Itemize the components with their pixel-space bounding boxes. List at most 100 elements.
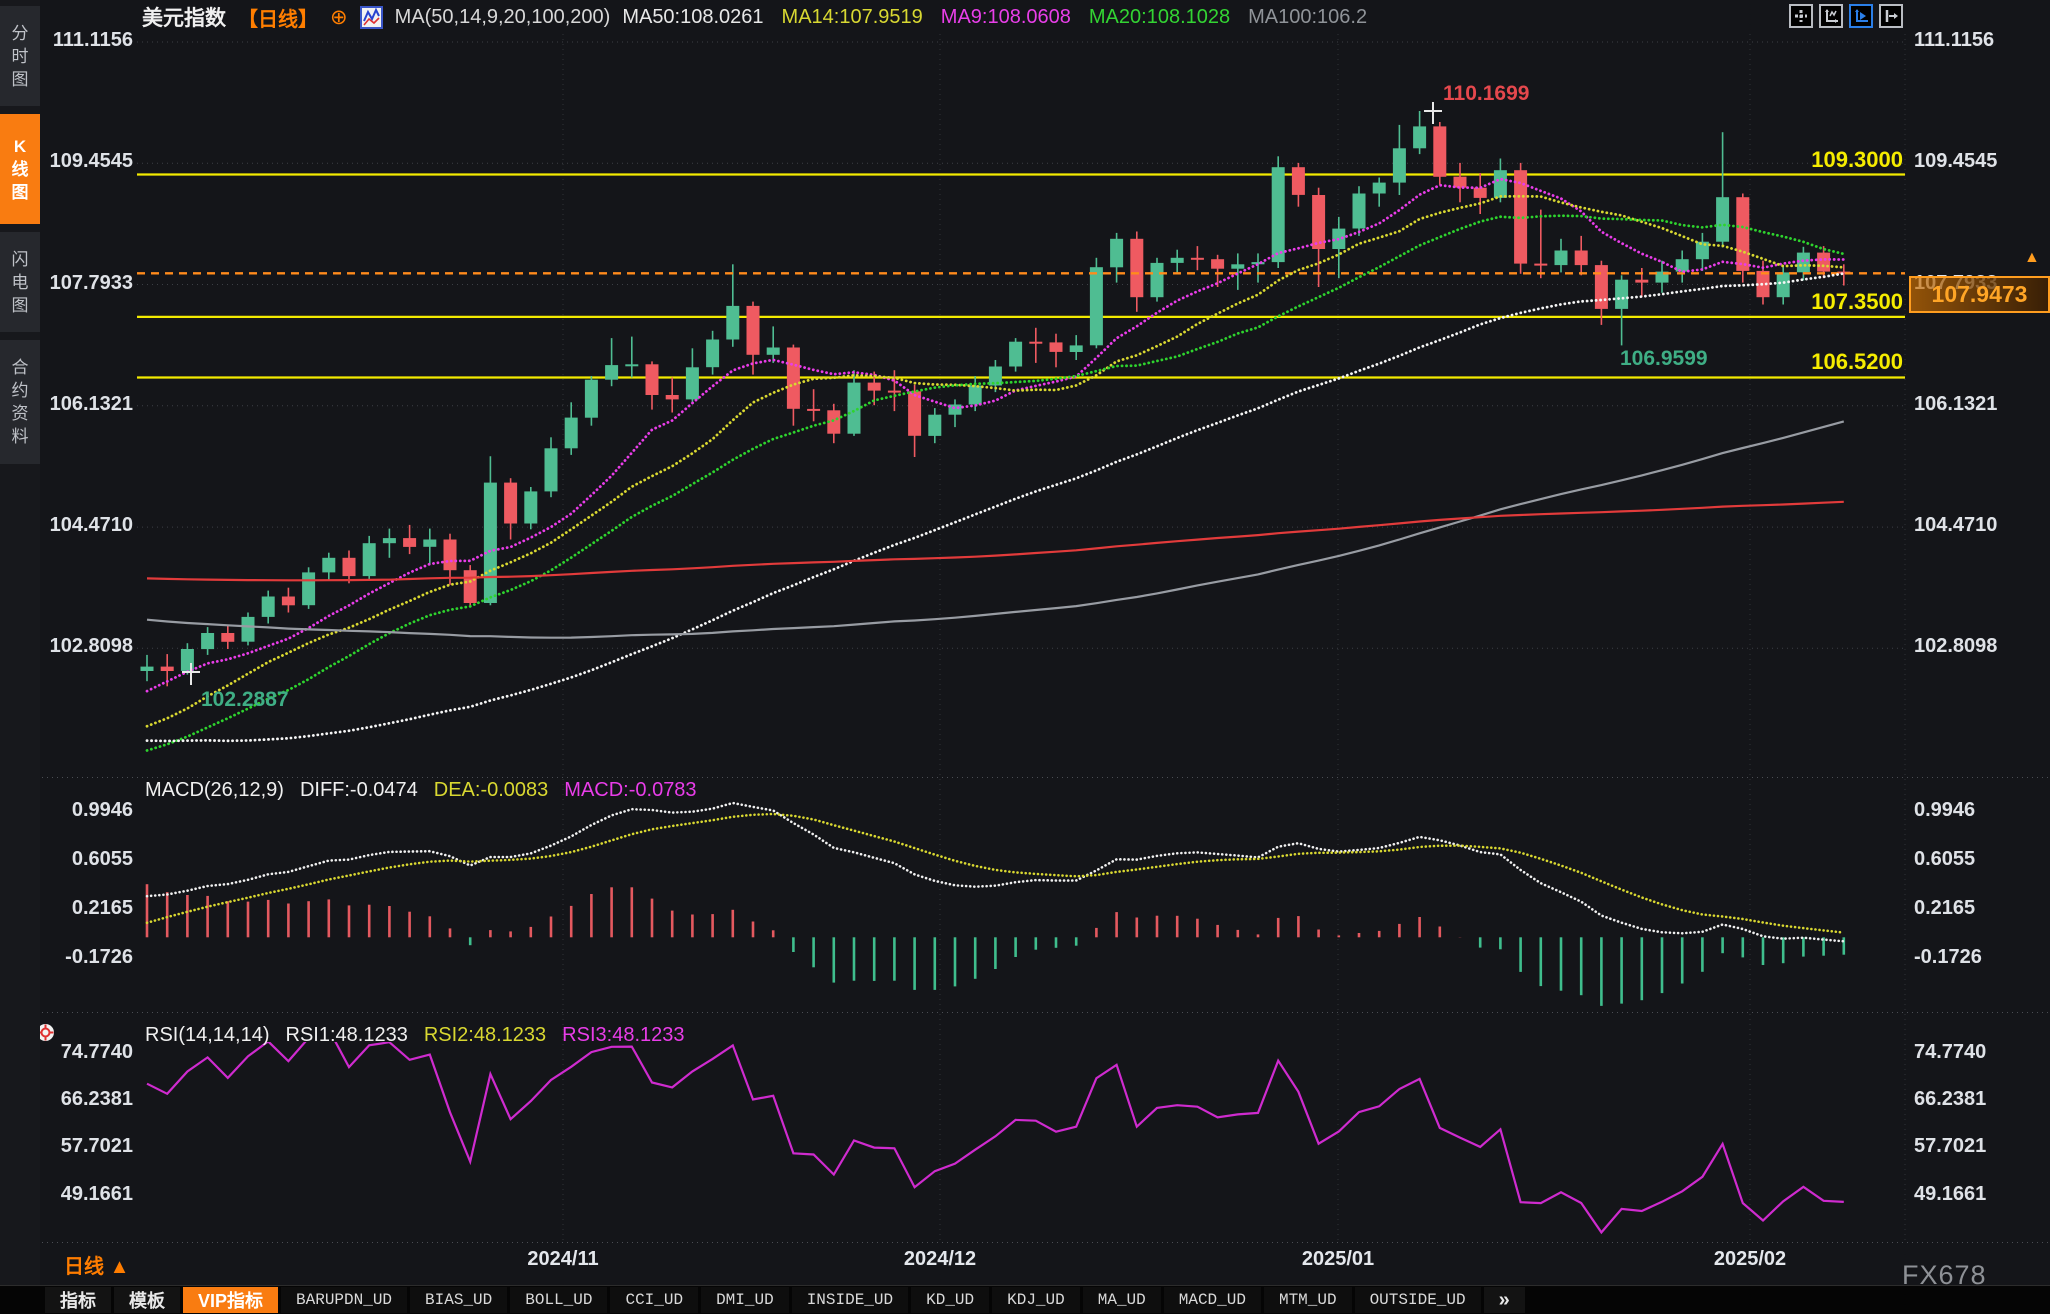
- period-selector-label: 日线: [64, 1256, 104, 1278]
- sidebar: 分时图K线图闪电图合约资料: [0, 0, 40, 1285]
- sidebar-item-label-char: 图: [12, 297, 29, 314]
- toolbar-button-kd-ud[interactable]: KD_UD: [911, 1287, 989, 1313]
- attach-icon[interactable]: ⊕: [330, 5, 348, 30]
- macd-axis-label-right: 0.2165: [1914, 898, 1975, 918]
- price-annotation-2: 106.9599: [1620, 347, 1708, 371]
- price-axis-label-right: 104.4710: [1914, 515, 1997, 535]
- ma-lines: [147, 179, 1844, 750]
- toolbar-button-ma-ud[interactable]: MA_UD: [1083, 1287, 1161, 1313]
- toolbar-button-macd-ud[interactable]: MACD_UD: [1164, 1287, 1261, 1313]
- toolbar-button-inside-ud[interactable]: INSIDE_UD: [792, 1287, 908, 1313]
- macd-axis-label-left: 0.9946: [43, 800, 133, 820]
- toolbar-button-cci-ud[interactable]: CCI_UD: [610, 1287, 698, 1313]
- sidebar-item-label-char: 闪: [12, 251, 29, 268]
- sidebar-item-label-char: 时: [12, 48, 29, 65]
- macd-histogram: [147, 884, 1844, 1006]
- sidebar-item-label-char: 料: [12, 428, 29, 445]
- sidebar-item-label-char: 图: [12, 184, 29, 201]
- sidebar-item-label-char: 电: [12, 274, 29, 291]
- macd-macd-value: MACD:-0.0783: [564, 779, 696, 802]
- macd-diff-value: DIFF:-0.0474: [300, 779, 418, 802]
- key-level-label-0: 109.3000: [1811, 147, 1903, 173]
- ma-value-label-0: MA50:108.0261: [622, 6, 763, 29]
- toolbar-more-button[interactable]: »: [1484, 1287, 1525, 1313]
- sidebar-item-kline-chart[interactable]: K线图: [0, 114, 40, 224]
- toolbar-button-dmi-ud[interactable]: DMI_UD: [701, 1287, 789, 1313]
- macd-axis-label-right: 0.6055: [1914, 849, 1975, 869]
- sidebar-item-timeshare-chart[interactable]: 分时图: [0, 6, 40, 106]
- macd-title: MACD(26,12,9): [145, 779, 284, 802]
- vertical-gridlines: [563, 34, 1905, 1240]
- ma-value-label-4: MA100:106.2: [1248, 6, 1367, 29]
- key-level-label-2: 106.5200: [1811, 349, 1903, 375]
- symbol-title: 美元指数: [142, 2, 226, 32]
- sidebar-item-label-char: 合: [12, 359, 29, 376]
- toolbar-button-boll-ud[interactable]: BOLL_UD: [510, 1287, 607, 1313]
- month-label-0: 2024/11: [527, 1248, 598, 1271]
- ma14-line: [147, 196, 1844, 726]
- macd-diff-line: [147, 803, 1844, 941]
- macd-axis-label-left: -0.1726: [43, 947, 133, 967]
- ma-value-label-1: MA14:107.9519: [782, 6, 923, 29]
- rsi1-value: RSI1:48.1233: [286, 1024, 408, 1047]
- tool-pan-icon[interactable]: [1789, 4, 1813, 28]
- candlestick-chart-canvas[interactable]: [0, 0, 2050, 1314]
- tool-axis-scale-icon[interactable]: [1819, 4, 1843, 28]
- site-watermark: FX678: [1902, 1260, 1987, 1291]
- sidebar-item-lightning-chart[interactable]: 闪电图: [0, 232, 40, 332]
- macd-dea-line: [147, 814, 1844, 933]
- rsi-title: RSI(14,14,14): [145, 1024, 270, 1047]
- current-price-tag: 107.9473: [1909, 276, 2050, 313]
- price-axis-label-right: 109.4545: [1914, 151, 1997, 171]
- price-axis-label-left: 104.4710: [43, 515, 133, 535]
- macd-lines: [147, 803, 1844, 941]
- tool-axis-play-icon[interactable]: [1849, 4, 1873, 28]
- toolbar-button-mtm-ud[interactable]: MTM_UD: [1264, 1287, 1352, 1313]
- ma200-line: [147, 502, 1844, 581]
- rsi-line: [147, 1029, 1844, 1232]
- price-axis-label-left: 111.1156: [43, 30, 133, 50]
- rsi3-value: RSI3:48.1233: [562, 1024, 684, 1047]
- trading-app-window: 分时图K线图闪电图合约资料 美元指数 【日线】 ⊕ MA(50,14,9,20,…: [0, 0, 2050, 1314]
- ma20-line: [147, 216, 1844, 751]
- sidebar-item-label-char: 分: [12, 25, 29, 42]
- extreme-markers: [182, 102, 1442, 685]
- sidebar-item-label-char: 约: [12, 382, 29, 399]
- price-axis-label-right: 106.1321: [1914, 394, 1997, 414]
- month-label-2: 2025/01: [1302, 1248, 1374, 1271]
- toolbar-button-outside-ud[interactable]: OUTSIDE_UD: [1355, 1287, 1481, 1313]
- chart-header: 美元指数 【日线】 ⊕ MA(50,14,9,20,100,200) MA50:…: [142, 3, 1367, 31]
- tool-pan-right-icon[interactable]: [1879, 4, 1903, 28]
- macd-axis-label-left: 0.2165: [43, 898, 133, 918]
- sidebar-item-contract-info[interactable]: 合约资料: [0, 340, 40, 464]
- price-axis-label-right: 102.8098: [1914, 636, 1997, 656]
- price-annotation-0: 110.1699: [1443, 82, 1529, 106]
- chart-type-icon[interactable]: [360, 6, 383, 29]
- macd-axis-label-right: 0.9946: [1914, 800, 1975, 820]
- panel-separators: [42, 778, 2048, 1243]
- rsi2-value: RSI2:48.1233: [424, 1024, 546, 1047]
- rsi-header: RSI(14,14,14) RSI1:48.1233 RSI2:48.1233 …: [145, 1024, 685, 1047]
- ma-value-label-2: MA9:108.0608: [941, 6, 1071, 29]
- sidebar-item-label-char: 线: [12, 161, 29, 178]
- price-annotation-1: 102.2887: [201, 688, 289, 712]
- ma-value-label-3: MA20:108.1028: [1089, 6, 1230, 29]
- sidebar-item-label-char: 资: [12, 405, 29, 422]
- ma50-line: [147, 274, 1844, 742]
- toolbar-button--[interactable]: 指标: [45, 1287, 111, 1313]
- price-axis-label-left: 106.1321: [43, 394, 133, 414]
- toolbar-button-barupdn-ud[interactable]: BARUPDN_UD: [281, 1287, 407, 1313]
- sidebar-item-label-char: K: [14, 138, 26, 155]
- sidebar-item-label-char: 图: [12, 71, 29, 88]
- rsi-axis-label-right: 74.7740: [1914, 1042, 1986, 1062]
- candles-group: [141, 111, 1851, 686]
- rsi-axis-label-right: 49.1661: [1914, 1184, 1986, 1204]
- toolbar-button-vip-[interactable]: VIP指标: [183, 1287, 278, 1313]
- toolbar-button-kdj-ud[interactable]: KDJ_UD: [992, 1287, 1080, 1313]
- rsi-axis-label-right: 66.2381: [1914, 1089, 1986, 1109]
- period-selector-button[interactable]: 日线 ▲: [64, 1250, 129, 1279]
- toolbar-button--[interactable]: 模板: [114, 1287, 180, 1313]
- toolbar-button-bias-ud[interactable]: BIAS_UD: [410, 1287, 507, 1313]
- macd-axis-label-left: 0.6055: [43, 849, 133, 869]
- indicator-toolbar: 指标模板VIP指标BARUPDN_UDBIAS_UDBOLL_UDCCI_UDD…: [0, 1285, 2050, 1314]
